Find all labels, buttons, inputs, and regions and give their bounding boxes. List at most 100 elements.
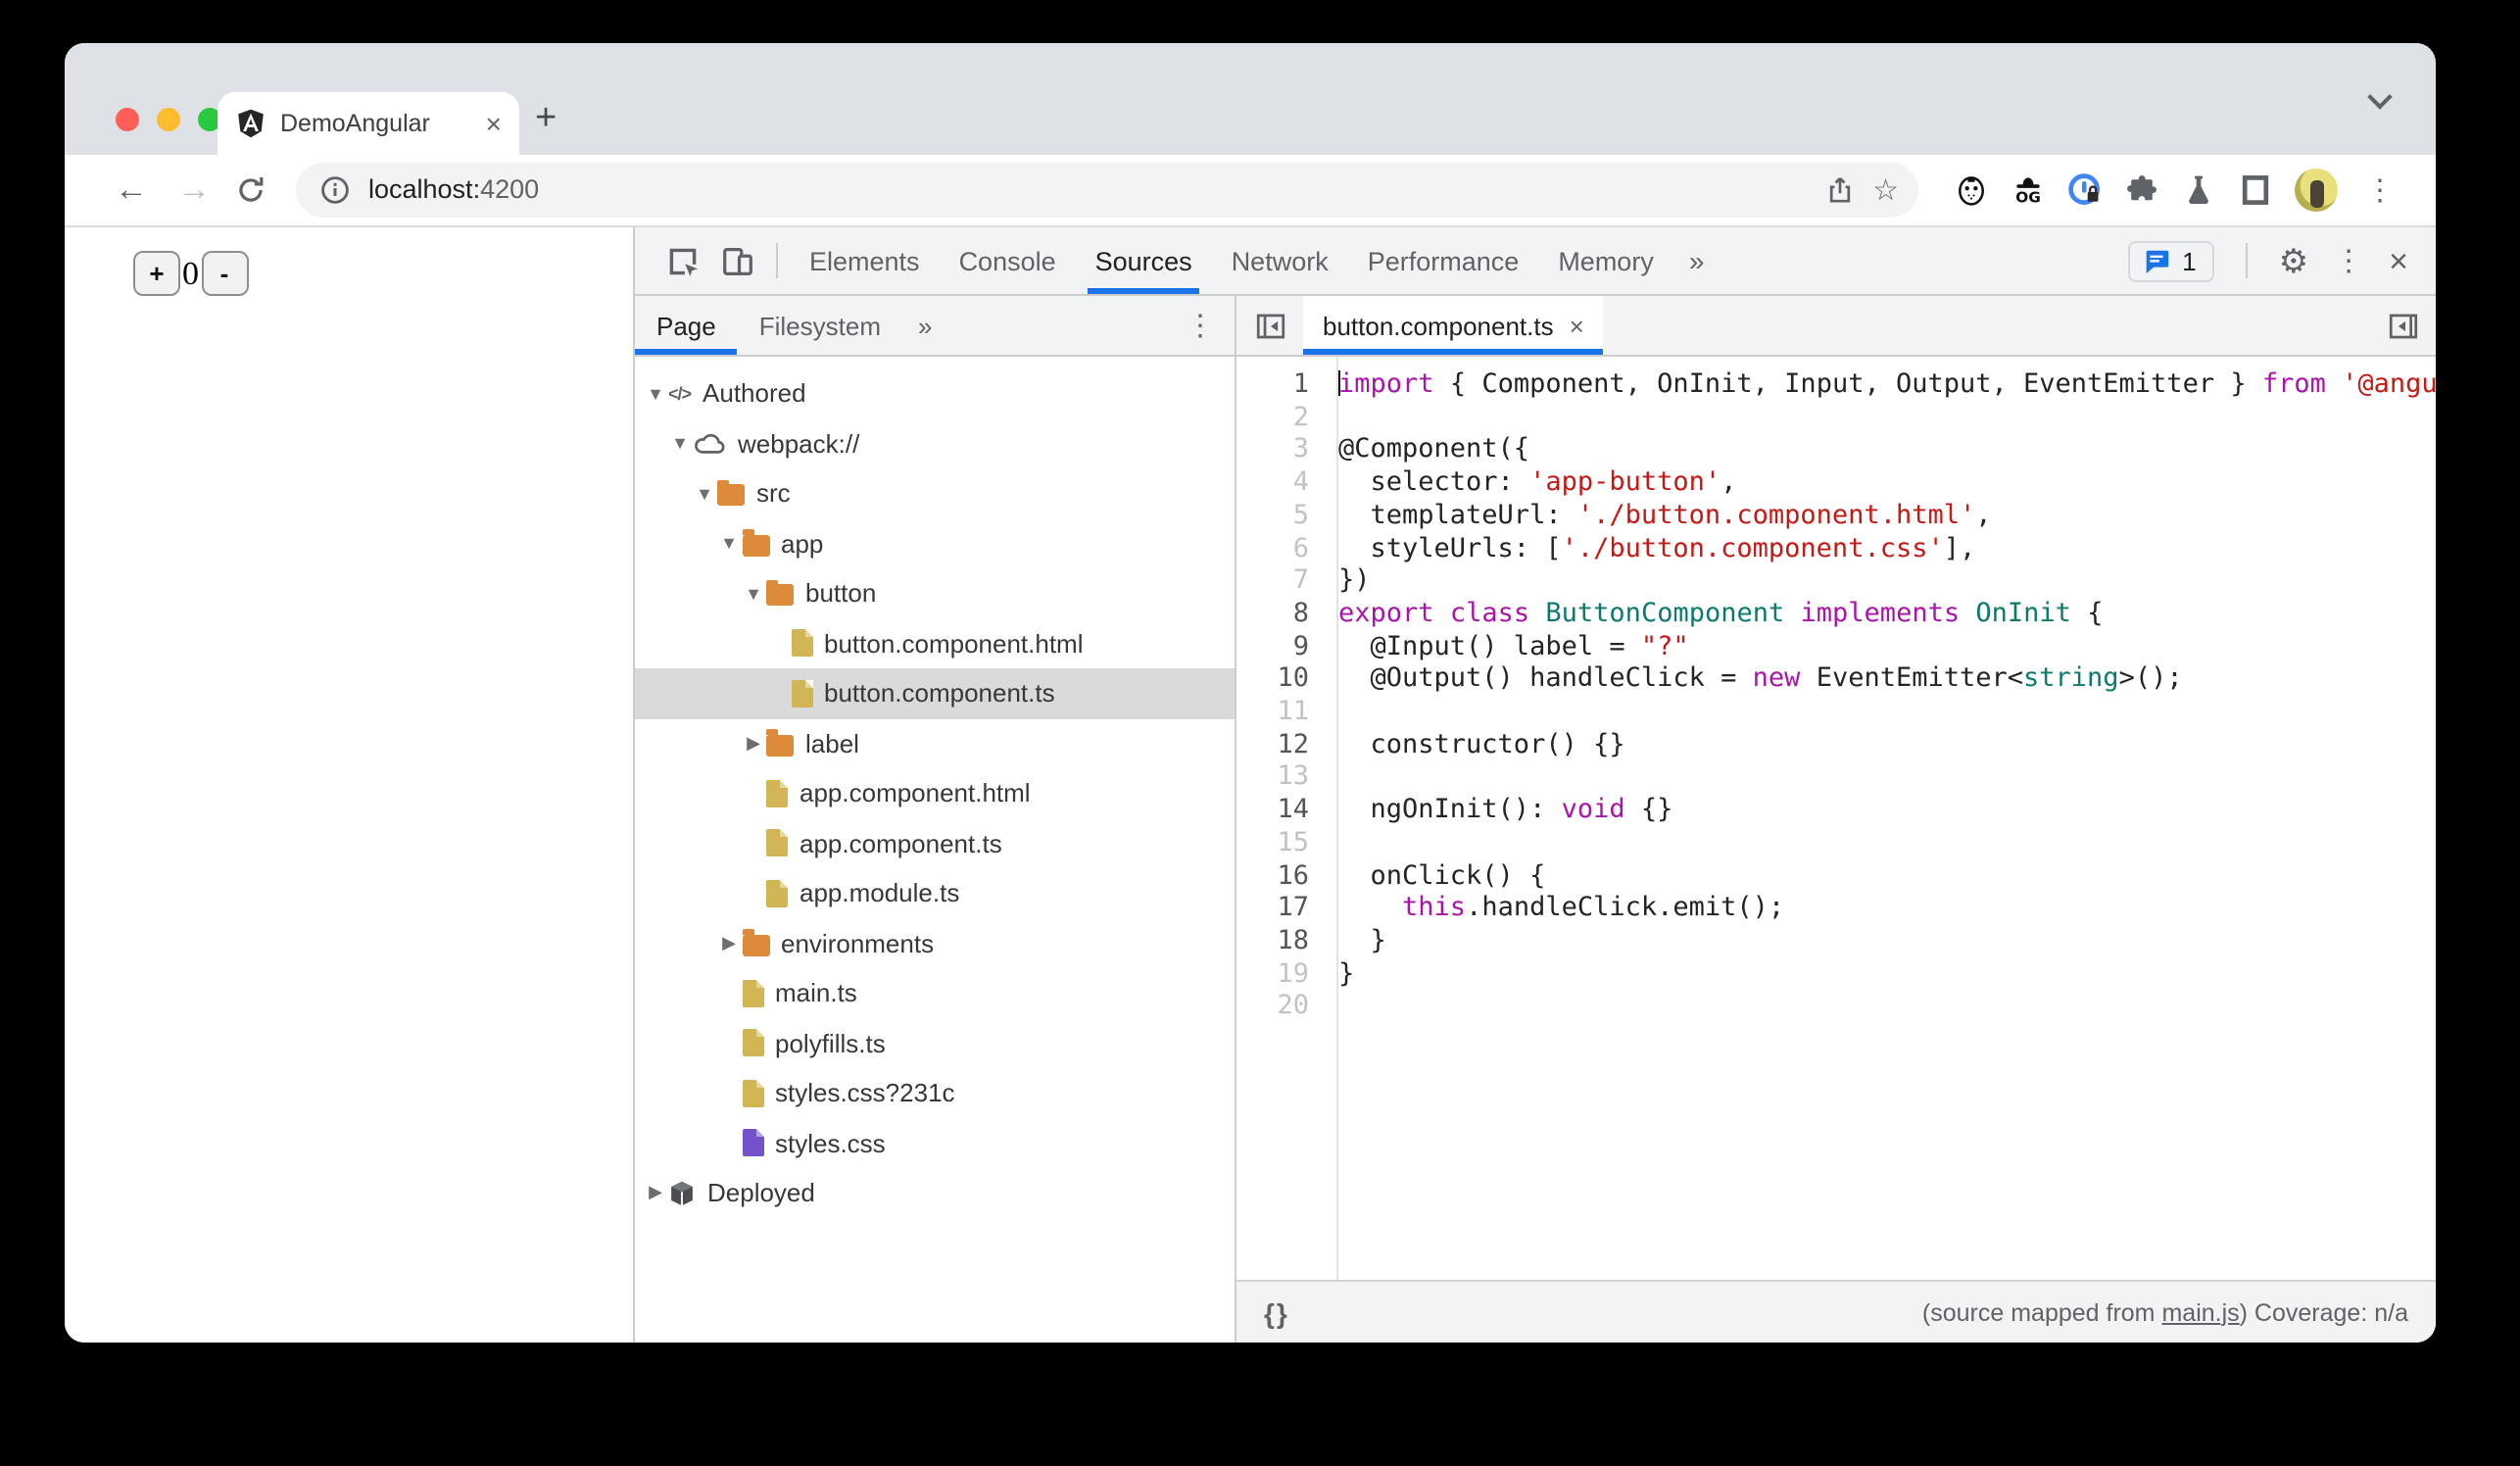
inspect-element-icon[interactable]: [654, 235, 709, 286]
folder-icon: [742, 529, 769, 557]
line-number[interactable]: 7: [1236, 564, 1323, 597]
tree-item-polyfills.ts[interactable]: polyfills.ts: [635, 1018, 1235, 1068]
tree-expander-icon[interactable]: ▼: [741, 584, 766, 604]
increment-button[interactable]: +: [133, 251, 180, 296]
source-editor: button.component.ts × 1 import { Componen…: [1236, 296, 2436, 1343]
tree-item-src[interactable]: ▼ src: [635, 468, 1235, 518]
new-tab-button[interactable]: +: [535, 98, 557, 141]
pretty-print-icon[interactable]: {}: [1264, 1296, 1289, 1328]
settings-gear-icon[interactable]: ⚙: [2279, 244, 2309, 277]
devtools-tab-sources[interactable]: Sources: [1076, 227, 1212, 294]
tab-close-icon[interactable]: ×: [486, 110, 502, 137]
line-number[interactable]: 10: [1236, 663, 1323, 696]
line-number[interactable]: 8: [1236, 598, 1323, 630]
tree-item-label[interactable]: ▶ label: [635, 718, 1235, 768]
tree-expander-icon[interactable]: ▶: [716, 933, 742, 954]
mask-extension-icon[interactable]: [1954, 172, 1989, 208]
editor-tab-close-icon[interactable]: ×: [1570, 311, 1584, 340]
line-number[interactable]: 16: [1236, 859, 1323, 892]
file-tree: ▼ </> Authored ▼ webpack://▼ src ▼ app ▼ button bu…: [635, 357, 1235, 1343]
password-manager-extension-icon[interactable]: [2067, 172, 2103, 208]
tree-item-label: app.module.ts: [800, 878, 960, 908]
reload-button[interactable]: [233, 172, 268, 208]
close-window-button[interactable]: [116, 108, 139, 131]
code-line-20: 20: [1236, 991, 2436, 1023]
file-icon: [766, 829, 788, 857]
line-number[interactable]: 15: [1236, 827, 1323, 859]
browser-menu-kebab-icon[interactable]: ⋮: [2359, 175, 2400, 205]
device-toolbar-icon[interactable]: [709, 235, 764, 286]
extensions-puzzle-icon[interactable]: [2124, 172, 2159, 208]
tree-expander-icon[interactable]: ▼: [667, 434, 693, 454]
devtools-menu-kebab-icon[interactable]: ⋮: [2328, 246, 2369, 275]
devtools-tab-performance[interactable]: Performance: [1348, 227, 1539, 294]
tree-expander-icon[interactable]: ▶: [643, 1183, 668, 1204]
editor-tab[interactable]: button.component.ts ×: [1303, 296, 1605, 355]
url-bar[interactable]: localhost:4200 ☆: [296, 163, 1918, 218]
site-info-icon[interactable]: [319, 174, 351, 206]
tree-item-deployed[interactable]: ▶ Deployed: [635, 1168, 1235, 1218]
tree-item-environments[interactable]: ▶ environments: [635, 918, 1235, 968]
tree-item-styles.css[interactable]: styles.css: [635, 1118, 1235, 1168]
flask-extension-icon[interactable]: [2181, 172, 2216, 208]
tree-item-button.component.html[interactable]: button.component.html: [635, 618, 1235, 668]
side-panel-extension-icon[interactable]: [2238, 172, 2273, 208]
bookmark-star-icon[interactable]: ☆: [1872, 175, 1899, 205]
line-number[interactable]: 14: [1236, 794, 1323, 826]
tree-item-app.component.html[interactable]: app.component.html: [635, 768, 1235, 818]
devtools-tab-elements[interactable]: Elements: [790, 227, 940, 294]
tree-expander-icon[interactable]: ▼: [716, 534, 742, 554]
share-icon[interactable]: [1823, 174, 1855, 206]
tree-item-webpack-[interactable]: ▼ webpack://: [635, 418, 1235, 468]
forward-button[interactable]: →: [170, 171, 218, 210]
toggle-navigator-icon[interactable]: [1236, 296, 1303, 355]
code-editor[interactable]: 1 import { Component, OnInit, Input, Outp…: [1236, 357, 2436, 1280]
incognito-og-extension-icon[interactable]: OG: [2011, 172, 2046, 208]
tree-item-main.ts[interactable]: main.ts: [635, 968, 1235, 1018]
line-number[interactable]: 13: [1236, 761, 1323, 794]
sidebar-menu-kebab-icon[interactable]: ⋮: [1166, 296, 1235, 355]
tree-item-app.component.ts[interactable]: app.component.ts: [635, 818, 1235, 868]
line-number[interactable]: 20: [1236, 991, 1323, 1023]
tree-expander-icon[interactable]: ▼: [692, 484, 717, 504]
line-number[interactable]: 17: [1236, 893, 1323, 925]
line-number[interactable]: 4: [1236, 466, 1323, 499]
back-button[interactable]: ←: [108, 171, 155, 210]
sidebar-more-chevron[interactable]: »: [902, 296, 947, 355]
source-map-link[interactable]: main.js: [2161, 1298, 2239, 1326]
line-number[interactable]: 5: [1236, 500, 1323, 532]
line-number[interactable]: 1: [1236, 368, 1323, 401]
sidebar-tab-filesystem[interactable]: Filesystem: [738, 296, 902, 355]
tree-expander-icon[interactable]: ▼: [643, 384, 668, 404]
devtools-close-icon[interactable]: ×: [2389, 244, 2416, 277]
tree-expander-icon[interactable]: ▶: [741, 733, 766, 755]
line-number[interactable]: 3: [1236, 434, 1323, 466]
devtools-tab-console[interactable]: Console: [940, 227, 1076, 294]
tree-item-styles.css-231c[interactable]: styles.css?231c: [635, 1068, 1235, 1118]
more-panels-chevron[interactable]: »: [1673, 245, 1720, 276]
profile-avatar[interactable]: [2295, 169, 2338, 212]
toggle-debugger-sidebar-icon[interactable]: [2369, 296, 2436, 355]
tree-item-button[interactable]: ▼ button: [635, 568, 1235, 618]
issues-button[interactable]: 1: [2127, 240, 2214, 281]
line-number[interactable]: 18: [1236, 925, 1323, 957]
devtools-tab-memory[interactable]: Memory: [1538, 227, 1673, 294]
line-number[interactable]: 12: [1236, 728, 1323, 760]
tree-item-app.module.ts[interactable]: app.module.ts: [635, 868, 1235, 918]
tree-item-authored[interactable]: ▼ </> Authored: [635, 368, 1235, 418]
line-number[interactable]: 6: [1236, 532, 1323, 564]
devtools-tab-network[interactable]: Network: [1212, 227, 1348, 294]
tree-item-app[interactable]: ▼ app: [635, 518, 1235, 568]
decrement-button[interactable]: -: [201, 251, 248, 296]
code-line-text: import { Component, OnInit, Input, Outpu…: [1338, 368, 2436, 400]
sidebar-tab-page[interactable]: Page: [635, 296, 739, 355]
line-number[interactable]: 9: [1236, 630, 1323, 662]
line-number[interactable]: 2: [1236, 401, 1323, 433]
line-number[interactable]: 11: [1236, 696, 1323, 728]
tree-item-button.component.ts[interactable]: button.component.ts: [635, 668, 1235, 718]
browser-tab[interactable]: DemoAngular ×: [218, 92, 519, 155]
line-number[interactable]: 19: [1236, 957, 1323, 990]
tab-search-chevron-icon[interactable]: [2367, 84, 2393, 110]
minimize-window-button[interactable]: [157, 108, 180, 131]
